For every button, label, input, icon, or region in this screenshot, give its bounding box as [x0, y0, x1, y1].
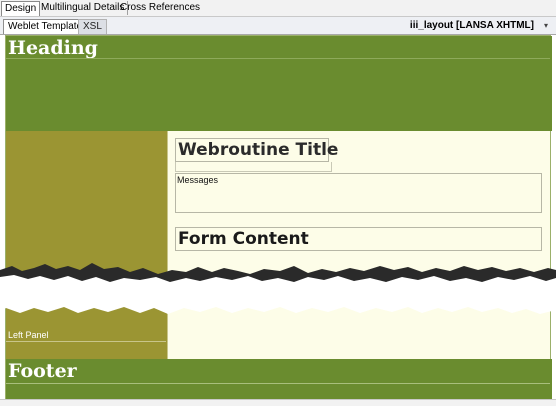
- layout-selector[interactable]: iii_layout [LANSA XHTML]: [410, 19, 534, 33]
- tear-gap: [0, 275, 556, 314]
- template-tab-bar: Weblet Template XSL iii_layout [LANSA XH…: [0, 17, 556, 35]
- design-canvas: Heading Left Panel Webroutine Title Mess…: [5, 35, 552, 400]
- footer-divider: [6, 383, 550, 384]
- form-content-box[interactable]: Form Content: [175, 227, 542, 251]
- torn-page-divider: [0, 263, 556, 314]
- chevron-down-icon[interactable]: ▾: [544, 20, 548, 32]
- tab-design[interactable]: Design: [1, 1, 41, 16]
- webroutine-title-underbox: [175, 162, 332, 172]
- webroutine-title-box[interactable]: Webroutine Title: [175, 138, 338, 162]
- messages-box[interactable]: Messages: [175, 173, 542, 213]
- messages-label: Messages: [177, 175, 219, 185]
- tab-xsl[interactable]: XSL: [78, 19, 107, 34]
- footer-region[interactable]: Footer: [6, 359, 552, 400]
- heading-text: Heading: [8, 37, 98, 59]
- tab-cross-references[interactable]: Cross References: [117, 1, 203, 15]
- tab-weblet-template[interactable]: Weblet Template: [3, 19, 88, 34]
- webroutine-title: Webroutine Title: [178, 140, 339, 160]
- left-panel-divider: [6, 341, 166, 342]
- heading-region[interactable]: Heading: [6, 36, 552, 131]
- heading-divider: [6, 58, 550, 59]
- tab-multilingual-details[interactable]: Multilingual Details: [38, 1, 129, 15]
- footer-text: Footer: [8, 360, 77, 382]
- designer-tab-bar: Design Multilingual Details Cross Refere…: [0, 0, 556, 17]
- form-content-label: Form Content: [178, 229, 309, 249]
- left-panel-label: Left Panel: [8, 330, 49, 340]
